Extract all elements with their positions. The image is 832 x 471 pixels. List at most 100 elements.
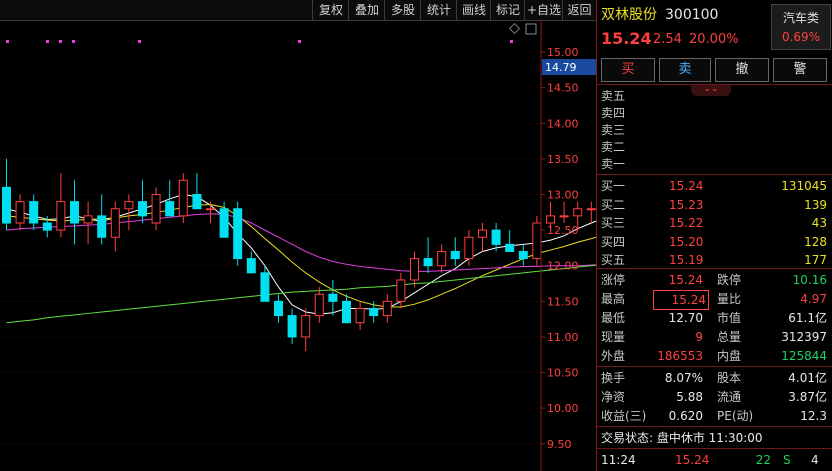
fund-value: 4.01亿	[788, 371, 827, 385]
fund-value: 5.88	[676, 390, 703, 404]
fund-label: 净资	[601, 390, 626, 404]
add-watchlist-button[interactable]: +自选	[524, 0, 563, 20]
price-tick-label: 15.00	[547, 46, 579, 59]
price-tick-label: 11.50	[547, 295, 579, 308]
bid-level-price: 15.23	[669, 197, 704, 212]
candle-body	[464, 236, 474, 260]
ask-level-label: 卖二	[601, 140, 626, 154]
stat-label: 最低	[601, 311, 626, 325]
multi-stock-button[interactable]: 多股	[384, 0, 421, 20]
stat-label: 量比	[717, 292, 742, 306]
sell-button[interactable]: 卖	[659, 58, 711, 82]
price-tick-label: 13.50	[547, 153, 579, 166]
ask-level-volume	[747, 138, 827, 156]
candle-body	[342, 300, 351, 324]
candle-body	[518, 250, 528, 260]
candle-body	[382, 300, 392, 317]
candle-body	[314, 293, 324, 317]
sector-change: 0.69%	[781, 30, 821, 44]
bid-level-label: 买二	[601, 197, 626, 212]
stat-label: 跌停	[717, 273, 742, 287]
buy-button[interactable]: 买	[601, 58, 655, 82]
overlay-button[interactable]: 叠加	[348, 0, 385, 20]
candle-body	[124, 201, 134, 210]
stat-value: 125844	[781, 349, 827, 363]
stat-value: 12.70	[668, 311, 703, 325]
draw-line-button[interactable]: 画线	[456, 0, 491, 20]
bid-level-label: 买四	[601, 234, 626, 249]
bid-level-volume: 139	[804, 197, 827, 212]
candle-body	[192, 194, 202, 210]
bid-level-volume: 131045	[781, 179, 827, 193]
fund-label: 股本	[717, 371, 742, 385]
kline-chart[interactable]: 15.00 14.50 14.00 13.50 13.00 12.50 12.00 11.50…	[0, 21, 596, 471]
stat-label: 内盘	[717, 349, 742, 363]
expand-book-toggle[interactable]: ⌄⌄	[691, 84, 731, 96]
statistics-button[interactable]: 统计	[420, 0, 457, 20]
fund-label: 收益(三)	[601, 409, 647, 423]
candle-body	[165, 201, 175, 217]
fund-value: 8.07%	[664, 371, 703, 385]
stat-label: 外盘	[601, 349, 626, 363]
candle-body	[15, 201, 25, 224]
fund-value: 12.3	[800, 409, 827, 423]
sector-name: 汽车类	[782, 11, 819, 25]
candle-body	[301, 315, 311, 338]
chevron-down-icon: ⌄⌄	[703, 84, 719, 94]
ma20-line	[6, 213, 596, 272]
fund-value: 0.620	[668, 409, 703, 423]
tick-side: S	[783, 453, 791, 467]
candle-body	[83, 215, 93, 224]
tick-price: 15.24	[675, 453, 710, 467]
price-tick-label: 14.00	[547, 117, 579, 130]
candle-body	[70, 201, 79, 224]
price-change: 2.54	[653, 32, 682, 47]
bid-level-label: 买一	[601, 179, 626, 193]
bid-level-label: 买三	[601, 216, 626, 230]
last-price: 15.24	[601, 29, 652, 48]
ask-level-volume	[747, 121, 827, 139]
stat-label: 总量	[717, 330, 742, 344]
stat-value: 186553	[657, 349, 703, 363]
bid-level-price: 15.24	[669, 179, 704, 193]
alert-button[interactable]: 警	[773, 58, 827, 82]
fund-label: PE(动)	[717, 409, 754, 423]
mark-button[interactable]: 标记	[490, 0, 525, 20]
stock-code: 300100	[665, 7, 719, 23]
event-marker	[6, 40, 9, 43]
candle-body	[437, 250, 447, 267]
stock-name: 双林股份	[601, 7, 657, 23]
quote-panel: 双林股份 300100 汽车类 0.69% 15.24 2.54 20.00% …	[596, 0, 832, 471]
candle-body	[110, 208, 120, 238]
bid-level-price: 15.22	[669, 216, 704, 230]
price-tick-label: 11.00	[547, 331, 579, 344]
stat-value: 4.97	[800, 292, 827, 306]
event-marker	[138, 40, 141, 43]
price-tick-label: 14.50	[547, 82, 579, 95]
stat-value: 15.24	[668, 273, 703, 287]
bid-level-volume: 128	[804, 234, 827, 249]
diamond-icon	[508, 22, 521, 35]
candle-body	[491, 229, 501, 245]
candle-body	[287, 315, 297, 338]
candle-body	[355, 307, 365, 324]
bid-level-label: 买五	[601, 253, 626, 267]
candle-body	[29, 201, 39, 224]
ask-level-volume	[747, 155, 827, 173]
stat-value: 15.24	[653, 290, 709, 310]
sector-box[interactable]: 汽车类 0.69%	[771, 4, 831, 50]
back-button[interactable]: 返回	[562, 0, 596, 20]
price-tick-label: 12.50	[547, 224, 579, 237]
candle-body	[138, 201, 147, 217]
stat-label: 最高	[601, 292, 626, 306]
ask-level-volume	[747, 87, 827, 105]
bid-level-volume: 43	[811, 216, 827, 230]
ask-level-label: 卖三	[601, 123, 626, 137]
candle-body	[260, 272, 270, 302]
restore-rights-button[interactable]: 复权	[312, 0, 349, 20]
candle-body	[532, 222, 542, 260]
price-tick-label: 10.50	[547, 367, 579, 380]
cancel-order-button[interactable]: 撤	[715, 58, 769, 82]
price-tick-label: 10.00	[547, 402, 579, 415]
stat-value: 61.1亿	[788, 311, 827, 325]
